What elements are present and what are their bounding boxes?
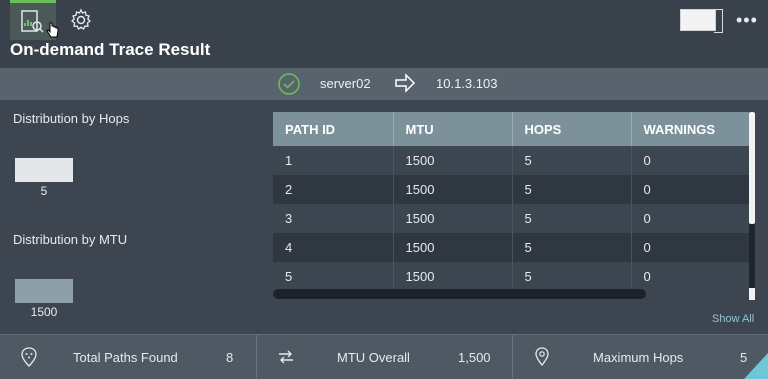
table-horizontal-scrollbar[interactable] <box>273 288 749 300</box>
column-header-path-id[interactable]: PATH ID <box>273 112 394 146</box>
mtu-bar-label: 1500 <box>30 305 58 319</box>
table-row[interactable]: 2 1500 5 0 <box>273 175 749 204</box>
total-paths-label: Total Paths Found <box>73 349 178 365</box>
scrollbar-corner <box>749 288 755 300</box>
vertical-scroll-thumb[interactable] <box>749 112 755 224</box>
mtu-overall-label: MTU Overall <box>337 349 410 365</box>
column-header-hops[interactable]: HOPS <box>512 112 632 146</box>
horizontal-scroll-thumb[interactable] <box>273 289 646 299</box>
cell-hops: 5 <box>512 146 632 175</box>
route-source: server02 <box>320 76 371 91</box>
paths-icon <box>21 347 37 367</box>
cell-warnings: 0 <box>631 204 749 233</box>
cell-mtu: 1500 <box>393 175 513 204</box>
gear-icon <box>70 8 92 30</box>
table-row[interactable]: 5 1500 5 0 <box>273 262 749 288</box>
paths-table: PATH ID MTU HOPS WARNINGS 1 1500 5 0 2 1… <box>273 112 749 288</box>
hops-bar[interactable] <box>15 158 73 182</box>
cell-path-id: 1 <box>273 146 394 175</box>
table-vertical-scrollbar[interactable] <box>749 112 755 288</box>
page-title: On-demand Trace Result <box>10 40 211 59</box>
cell-mtu: 1500 <box>393 204 513 233</box>
mtu-overall-value: 1,500 <box>458 349 491 365</box>
total-paths-value: 8 <box>226 349 234 365</box>
cell-path-id: 5 <box>273 262 394 288</box>
cell-warnings: 0 <box>631 233 749 262</box>
mtu-distribution-title: Distribution by MTU <box>13 232 128 247</box>
hops-bar-label: 5 <box>40 184 48 198</box>
settings-button[interactable] <box>58 0 104 40</box>
cell-warnings: 0 <box>631 175 749 204</box>
cell-path-id: 3 <box>273 204 394 233</box>
cell-mtu: 1500 <box>393 262 513 288</box>
max-hops-label: Maximum Hops <box>593 349 684 365</box>
hops-distribution-title: Distribution by Hops <box>13 111 130 126</box>
cell-hops: 5 <box>512 204 632 233</box>
footer-divider <box>256 335 257 379</box>
cell-mtu: 1500 <box>393 146 513 175</box>
table-row[interactable]: 4 1500 5 0 <box>273 233 749 262</box>
route-destination: 10.1.3.103 <box>436 76 498 91</box>
trace-report-icon <box>21 9 44 33</box>
cell-hops: 5 <box>512 262 632 288</box>
route-summary: server02 10.1.3.103 <box>0 68 768 100</box>
footer-divider <box>512 335 513 379</box>
window-control[interactable] <box>680 9 723 33</box>
column-header-mtu[interactable]: MTU <box>393 112 513 146</box>
cell-hops: 5 <box>512 233 632 262</box>
cell-path-id: 4 <box>273 233 394 262</box>
arrow-right-icon <box>395 73 416 93</box>
footer-stats: Total Paths Found 8 MTU Overall 1,500 Ma… <box>0 334 768 379</box>
trace-report-button[interactable] <box>10 0 59 40</box>
table-row[interactable]: 3 1500 5 0 <box>273 204 749 233</box>
check-circle-icon <box>278 73 300 95</box>
location-pin-icon <box>535 347 549 366</box>
cell-warnings: 0 <box>631 146 749 175</box>
cell-warnings: 0 <box>631 262 749 288</box>
top-bar: On-demand Trace Result ••• <box>0 0 768 68</box>
show-all-link[interactable]: Show All <box>712 313 754 325</box>
mtu-bar[interactable] <box>15 279 73 303</box>
cell-hops: 5 <box>512 175 632 204</box>
more-options-icon[interactable]: ••• <box>736 10 758 31</box>
resize-corner-icon[interactable] <box>744 353 768 379</box>
table-row[interactable]: 1 1500 5 0 <box>273 146 749 175</box>
cell-path-id: 2 <box>273 175 394 204</box>
column-header-warnings[interactable]: WARNINGS <box>631 112 749 146</box>
swap-arrows-icon <box>279 350 293 364</box>
cell-mtu: 1500 <box>393 233 513 262</box>
